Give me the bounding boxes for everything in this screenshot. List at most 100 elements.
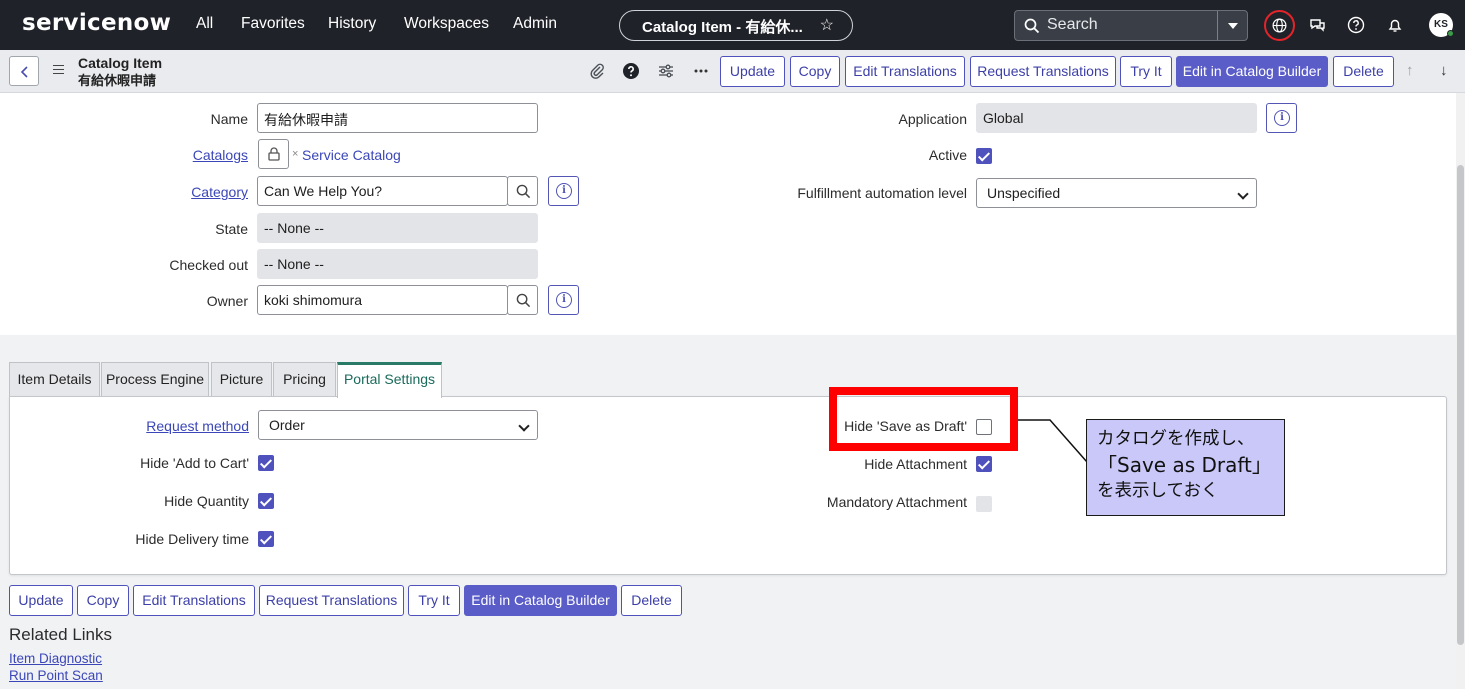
- category-info-button[interactable]: i: [548, 176, 579, 206]
- catalogs-lock-button[interactable]: [258, 139, 289, 169]
- bottom-edit-translations-button[interactable]: Edit Translations: [133, 585, 255, 616]
- chat-icon[interactable]: [1308, 15, 1328, 35]
- scope-picker[interactable]: [1264, 10, 1295, 41]
- catalogs-link[interactable]: Catalogs: [193, 147, 248, 163]
- category-lookup-button[interactable]: [507, 176, 538, 206]
- annotation-callout: カタログを作成し、 「Save as Draft」 を表示しておく: [1086, 419, 1285, 516]
- settings-sliders-icon[interactable]: [657, 62, 675, 80]
- search-icon: [1024, 18, 1040, 34]
- hide-add-to-cart-label: Hide 'Add to Cart': [140, 455, 249, 471]
- checked-out-field: -- None --: [257, 249, 538, 279]
- info-icon: i: [556, 292, 572, 308]
- owner-lookup-button[interactable]: [507, 285, 538, 315]
- category-label[interactable]: Category: [150, 184, 248, 200]
- related-links-title: Related Links: [9, 625, 113, 644]
- owner-field[interactable]: koki shimomura: [257, 285, 508, 315]
- nav-favorites[interactable]: Favorites: [241, 15, 305, 33]
- item-diagnostic-link[interactable]: Item Diagnostic: [9, 651, 102, 666]
- callout-line-3: を表示しておく: [1097, 481, 1219, 501]
- edit-translations-button[interactable]: Edit Translations: [845, 56, 965, 87]
- nav-admin[interactable]: Admin: [513, 15, 557, 33]
- scrollbar-thumb[interactable]: [1457, 165, 1464, 645]
- hide-delivery-time-checkbox[interactable]: [258, 531, 274, 547]
- hide-quantity-label: Hide Quantity: [164, 493, 249, 509]
- try-it-button[interactable]: Try It: [1120, 56, 1172, 87]
- tab-picture[interactable]: Picture: [211, 362, 272, 397]
- tab-item-details[interactable]: Item Details: [9, 362, 100, 397]
- catalog-chip[interactable]: Service Catalog: [302, 147, 401, 163]
- catalogs-label[interactable]: Catalogs: [150, 147, 248, 163]
- name-field[interactable]: 有給休暇申請: [257, 103, 538, 133]
- delete-button[interactable]: Delete: [1333, 56, 1394, 87]
- help-icon[interactable]: [1346, 15, 1366, 35]
- chevron-left-icon: [20, 66, 28, 78]
- tab-process-engine[interactable]: Process Engine: [101, 362, 209, 397]
- search-icon: [516, 184, 531, 199]
- lock-icon: [268, 147, 280, 161]
- info-icon: i: [1274, 110, 1290, 126]
- bottom-update-button[interactable]: Update: [9, 585, 73, 616]
- servicenow-logo[interactable]: servicenow: [22, 10, 171, 36]
- back-button[interactable]: [9, 56, 39, 86]
- fulfillment-select[interactable]: Unspecified: [976, 178, 1257, 208]
- search-icon: [516, 293, 531, 308]
- request-method-label[interactable]: Request method: [120, 418, 249, 434]
- owner-label: Owner: [206, 293, 248, 309]
- global-search[interactable]: Search: [1014, 10, 1248, 41]
- hide-attachment-checkbox[interactable]: [976, 456, 992, 472]
- request-method-link[interactable]: Request method: [146, 418, 249, 434]
- mandatory-attachment-label: Mandatory Attachment: [826, 494, 967, 510]
- remove-catalog-icon[interactable]: ×: [292, 148, 298, 160]
- presence-dot: [1447, 30, 1454, 37]
- globe-icon: [1272, 18, 1287, 33]
- record-type: Catalog Item: [78, 55, 163, 71]
- info-icon: i: [556, 183, 572, 199]
- update-button[interactable]: Update: [720, 56, 785, 87]
- category-field[interactable]: Can We Help You?: [257, 176, 508, 206]
- context-pill-label: Catalog Item - 有給休...: [642, 19, 803, 36]
- nav-history[interactable]: History: [328, 15, 376, 33]
- more-options-icon[interactable]: [692, 62, 710, 80]
- previous-record-icon[interactable]: ↑: [1406, 62, 1414, 79]
- state-label: State: [215, 221, 248, 237]
- bottom-copy-button[interactable]: Copy: [77, 585, 129, 616]
- context-pill[interactable]: Catalog Item - 有給休... ☆: [619, 10, 853, 41]
- hide-quantity-checkbox[interactable]: [258, 493, 274, 509]
- run-point-scan-link[interactable]: Run Point Scan: [9, 668, 103, 683]
- callout-line-2: 「Save as Draft」: [1097, 453, 1272, 477]
- hide-delivery-time-label: Hide Delivery time: [135, 531, 249, 547]
- hide-add-to-cart-checkbox[interactable]: [258, 455, 274, 471]
- help-circle-icon[interactable]: [622, 62, 640, 80]
- edit-catalog-builder-button[interactable]: Edit in Catalog Builder: [1176, 56, 1328, 87]
- scrollbar[interactable]: [1456, 93, 1465, 689]
- category-link[interactable]: Category: [191, 184, 248, 200]
- bottom-try-it-button[interactable]: Try It: [408, 585, 460, 616]
- tab-portal-settings[interactable]: Portal Settings: [337, 362, 442, 398]
- avatar[interactable]: KS: [1429, 13, 1454, 37]
- avatar-initials: KS: [1434, 19, 1448, 30]
- application-info-button[interactable]: i: [1266, 103, 1297, 133]
- fulfillment-label: Fulfillment automation level: [797, 185, 967, 201]
- request-method-select[interactable]: Order: [258, 410, 538, 440]
- active-checkbox[interactable]: [976, 148, 992, 164]
- bell-icon[interactable]: [1385, 15, 1405, 35]
- tab-pricing[interactable]: Pricing: [273, 362, 336, 397]
- top-nav: servicenow All Favorites History Workspa…: [0, 0, 1465, 50]
- bottom-edit-catalog-builder-button[interactable]: Edit in Catalog Builder: [464, 585, 617, 616]
- bottom-request-translations-button[interactable]: Request Translations: [259, 585, 404, 616]
- search-scope-dropdown[interactable]: [1217, 11, 1247, 40]
- nav-all[interactable]: All: [196, 15, 213, 33]
- bottom-delete-button[interactable]: Delete: [621, 585, 682, 616]
- next-record-icon[interactable]: ↓: [1440, 62, 1448, 79]
- context-menu-icon[interactable]: [53, 65, 64, 74]
- owner-info-button[interactable]: i: [548, 285, 579, 315]
- mandatory-attachment-checkbox[interactable]: [976, 496, 992, 512]
- nav-workspaces[interactable]: Workspaces: [404, 15, 489, 33]
- star-icon[interactable]: ☆: [820, 15, 834, 35]
- active-label: Active: [928, 147, 967, 163]
- paperclip-icon[interactable]: [588, 62, 606, 80]
- copy-button[interactable]: Copy: [790, 56, 840, 87]
- form-header: Catalog Item 有給休暇申請 Update Copy Edit Tra…: [0, 50, 1465, 93]
- name-label: Name: [210, 111, 248, 127]
- request-translations-button[interactable]: Request Translations: [970, 56, 1116, 87]
